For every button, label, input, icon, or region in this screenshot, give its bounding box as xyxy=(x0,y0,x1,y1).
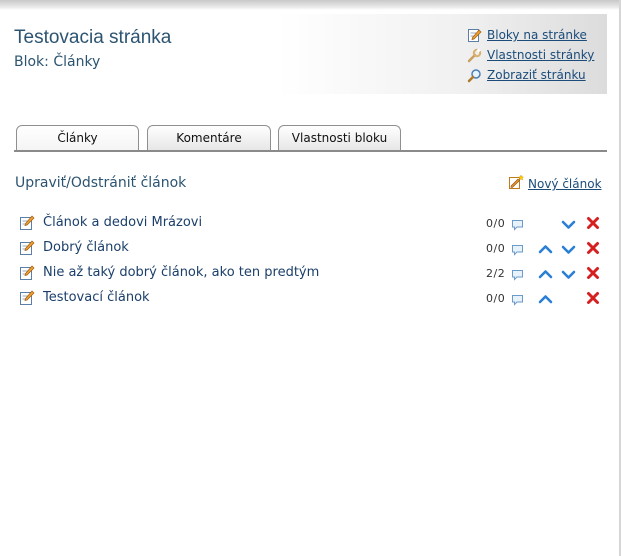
move-up-icon[interactable] xyxy=(538,265,553,279)
article-title[interactable]: Dobrý článok xyxy=(43,240,129,255)
article-title[interactable]: Nie až taký dobrý článok, ako ten predtý… xyxy=(43,265,319,280)
edit-icon[interactable] xyxy=(19,215,35,231)
wrench-icon xyxy=(467,47,482,63)
top-border xyxy=(0,0,621,10)
edit-icon[interactable] xyxy=(19,290,35,306)
page-blocks-link[interactable]: Bloky na stránke xyxy=(487,28,587,42)
article-title[interactable]: Testovací článok xyxy=(43,290,150,305)
view-page-link-row: Zobraziť stránku xyxy=(467,65,594,85)
new-article-link[interactable]: Nový článok xyxy=(528,177,602,191)
article-row: Nie až taký dobrý článok, ako ten predtý… xyxy=(19,262,609,287)
delete-icon[interactable] xyxy=(586,265,600,279)
tab-comments[interactable]: Komentáre xyxy=(147,125,271,150)
delete-icon[interactable] xyxy=(586,240,600,254)
comment-icon xyxy=(511,266,524,281)
article-list: Článok a dedovi Mrázovi 0/0 Dobrý článok… xyxy=(19,212,609,312)
comment-count: 0/0 xyxy=(486,292,506,305)
comment-count: 0/0 xyxy=(486,217,506,230)
move-down-icon[interactable] xyxy=(561,241,576,254)
edit-page-icon xyxy=(467,28,482,43)
page-properties-link[interactable]: Vlastnosti stránky xyxy=(487,48,594,62)
comment-icon xyxy=(511,291,524,306)
move-up-icon[interactable] xyxy=(538,290,553,304)
page-header: Testovacia stránka Blok: Články Bloky na… xyxy=(8,14,607,94)
article-row: Článok a dedovi Mrázovi 0/0 xyxy=(19,212,609,237)
magnifier-icon xyxy=(467,68,482,83)
article-row: Testovací článok 0/0 xyxy=(19,287,609,312)
move-down-icon[interactable] xyxy=(561,266,576,279)
edit-icon[interactable] xyxy=(19,240,35,256)
article-row: Dobrý článok 0/0 xyxy=(19,237,609,262)
comment-count: 2/2 xyxy=(486,267,506,280)
tab-underline xyxy=(14,150,607,152)
tab-block-properties[interactable]: Vlastnosti bloku xyxy=(278,125,401,150)
tab-articles[interactable]: Články xyxy=(16,125,139,151)
page-blocks-link-row: Bloky na stránke xyxy=(467,25,594,45)
delete-icon[interactable] xyxy=(586,215,600,229)
delete-icon[interactable] xyxy=(586,290,600,304)
new-article-icon xyxy=(508,174,525,194)
edit-icon[interactable] xyxy=(19,265,35,281)
page-title: Testovacia stránka xyxy=(14,27,172,48)
page-properties-link-row: Vlastnosti stránky xyxy=(467,45,594,65)
comment-icon xyxy=(511,216,524,231)
view-page-link[interactable]: Zobraziť stránku xyxy=(487,68,586,82)
comment-icon xyxy=(511,241,524,256)
move-down-icon[interactable] xyxy=(561,216,576,229)
block-subtitle: Blok: Články xyxy=(14,54,101,70)
new-article-link-row: Nový článok xyxy=(508,174,602,194)
comment-count: 0/0 xyxy=(486,242,506,255)
move-up-icon[interactable] xyxy=(538,240,553,254)
section-title: Upraviť/Odstrániť článok xyxy=(15,175,187,191)
header-links: Bloky na stránke Vlastnosti stránky Zobr… xyxy=(467,25,594,85)
article-title[interactable]: Článok a dedovi Mrázovi xyxy=(43,215,202,230)
